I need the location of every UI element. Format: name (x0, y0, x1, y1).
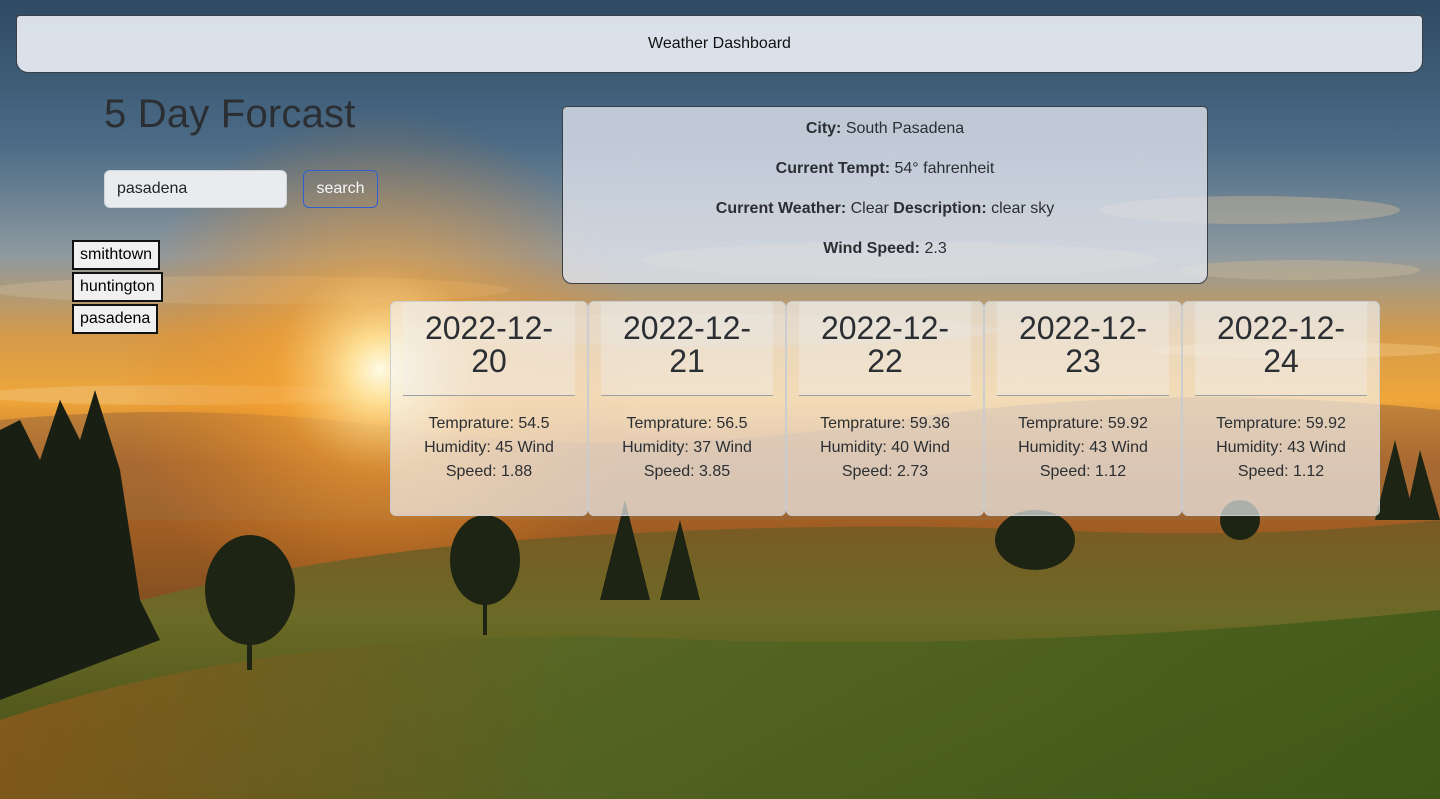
current-wind-row: Wind Speed: 2.3 (563, 239, 1207, 279)
history-item-pasadena[interactable]: pasadena (72, 304, 159, 334)
forecast-temp: Temprature: 59.92 (1018, 415, 1148, 432)
forecast-date-line1: 2022-12- (820, 310, 950, 346)
forecast-temp: Temprature: 59.36 (820, 415, 950, 432)
forecast-card: 2022-12- 20 Temprature: 54.5 Humidity: 4… (390, 301, 588, 516)
temp-value: 54° fahrenheit (894, 160, 995, 177)
description-label: Description: (893, 200, 987, 217)
forecast-humidity-wind: Humidity: 40 Wind (820, 439, 950, 456)
forecast-wind-speed: Speed: 3.85 (643, 463, 731, 480)
forecast-date-line1: 2022-12- (622, 310, 752, 346)
forecast-date: 2022-12- 23 (997, 302, 1169, 396)
current-city-row: City: South Pasadena (563, 119, 1207, 159)
forecast-date-line2: 24 (1263, 343, 1299, 379)
forecast-card: 2022-12- 23 Temprature: 59.92 Humidity: … (984, 301, 1182, 516)
wind-value: 2.3 (924, 240, 947, 257)
wind-label: Wind Speed: (823, 240, 921, 257)
page-title: 5 Day Forcast (104, 92, 356, 136)
city-label: City: (805, 120, 842, 137)
forecast-date-line2: 20 (471, 343, 507, 379)
forecast-wind-speed: Speed: 2.73 (841, 463, 929, 480)
forecast-humidity-wind: Humidity: 37 Wind (622, 439, 752, 456)
forecast-humidity-wind: Humidity: 45 Wind (424, 439, 554, 456)
forecast-date: 2022-12- 21 (601, 302, 773, 396)
current-weather-row: Current Weather: Clear Description: clea… (563, 199, 1207, 239)
forecast-details: Temprature: 54.5 Humidity: 45 Wind Speed… (403, 396, 575, 484)
forecast-card: 2022-12- 22 Temprature: 59.36 Humidity: … (786, 301, 984, 516)
forecast-temp: Temprature: 59.92 (1216, 415, 1346, 432)
current-weather-panel: City: South Pasadena Current Tempt: 54° … (562, 106, 1208, 284)
forecast-date: 2022-12- 22 (799, 302, 971, 396)
search-button[interactable]: search (303, 170, 378, 208)
city-search-input[interactable] (104, 170, 287, 208)
forecast-date-line2: 21 (669, 343, 705, 379)
forecast-humidity-wind: Humidity: 43 Wind (1018, 439, 1148, 456)
forecast-date-line1: 2022-12- (424, 310, 554, 346)
forecast-wind-speed: Speed: 1.12 (1039, 463, 1127, 480)
description-value: clear sky (991, 200, 1055, 217)
forecast-date-line1: 2022-12- (1216, 310, 1346, 346)
forecast-details: Temprature: 59.36 Humidity: 40 Wind Spee… (799, 396, 971, 484)
forecast-temp: Temprature: 54.5 (428, 415, 550, 432)
forecast-date-line1: 2022-12- (1018, 310, 1148, 346)
forecast-details: Temprature: 56.5 Humidity: 37 Wind Speed… (601, 396, 773, 484)
forecast-humidity-wind: Humidity: 43 Wind (1216, 439, 1346, 456)
forecast-card: 2022-12- 21 Temprature: 56.5 Humidity: 3… (588, 301, 786, 516)
weather-label: Current Weather: (715, 200, 847, 217)
forecast-card: 2022-12- 24 Temprature: 59.92 Humidity: … (1182, 301, 1380, 516)
forecast-wind-speed: Speed: 1.88 (445, 463, 533, 480)
history-item-huntington[interactable]: huntington (72, 272, 163, 302)
forecast-cards: 2022-12- 20 Temprature: 54.5 Humidity: 4… (390, 301, 1380, 516)
history-item-smithtown[interactable]: smithtown (72, 240, 161, 270)
city-value: South Pasadena (845, 120, 965, 137)
temp-label: Current Tempt: (775, 160, 891, 177)
forecast-temp: Temprature: 56.5 (626, 415, 748, 432)
forecast-wind-speed: Speed: 1.12 (1237, 463, 1325, 480)
weather-value: Clear (850, 200, 889, 217)
forecast-date: 2022-12- 20 (403, 302, 575, 396)
forecast-date-line2: 22 (867, 343, 903, 379)
forecast-details: Temprature: 59.92 Humidity: 43 Wind Spee… (1195, 396, 1367, 484)
search-history-list: smithtown huntington pasadena (72, 240, 163, 336)
app-header: Weather Dashboard (16, 15, 1423, 73)
app-title: Weather Dashboard (648, 35, 791, 52)
current-temp-row: Current Tempt: 54° fahrenheit (563, 159, 1207, 199)
forecast-date-line2: 23 (1065, 343, 1101, 379)
forecast-details: Temprature: 59.92 Humidity: 43 Wind Spee… (997, 396, 1169, 484)
forecast-date: 2022-12- 24 (1195, 302, 1367, 396)
